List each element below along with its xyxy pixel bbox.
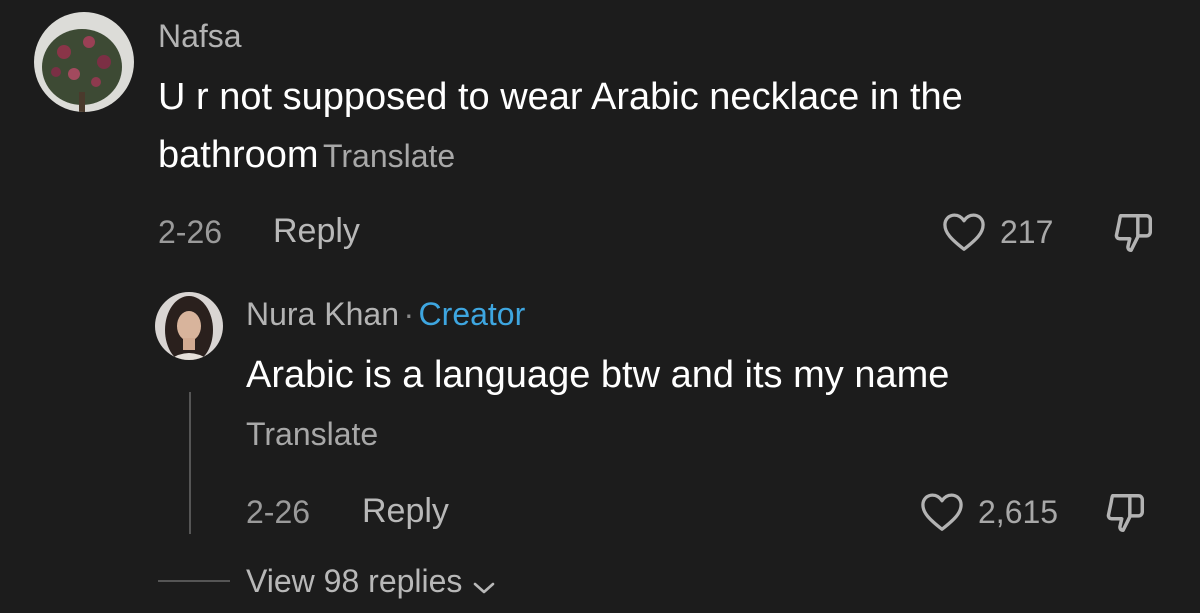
heart-outline-icon[interactable] bbox=[942, 212, 986, 252]
view-replies-label: View 98 replies bbox=[246, 563, 463, 599]
creator-badge: Creator bbox=[418, 296, 526, 332]
creator-username[interactable]: Nura Khan bbox=[246, 296, 399, 332]
replies-divider bbox=[158, 580, 230, 582]
chevron-down-icon bbox=[471, 579, 497, 597]
comment-text-continued: bathroom bbox=[158, 134, 319, 176]
comment-text: U r not supposed to wear Arabic necklace… bbox=[158, 76, 963, 118]
heart-outline-icon[interactable] bbox=[920, 492, 964, 532]
thumbs-down-icon[interactable] bbox=[1111, 210, 1157, 256]
comment-thread: Nafsa U r not supposed to wear Arabic ne… bbox=[0, 0, 1200, 613]
reply-reply-button[interactable]: Reply bbox=[362, 492, 449, 531]
like-count: 217 bbox=[1000, 214, 1054, 250]
thread-line bbox=[189, 392, 191, 534]
creator-avatar[interactable] bbox=[155, 292, 223, 360]
reply-header: Nura Khan · Creator bbox=[246, 296, 525, 333]
reply-date: 2-26 bbox=[246, 494, 311, 530]
translate-link[interactable]: Translate bbox=[323, 138, 455, 174]
reply-like-count: 2,615 bbox=[978, 494, 1059, 530]
comment-date: 2-26 bbox=[158, 214, 223, 250]
commenter-avatar[interactable] bbox=[34, 12, 134, 112]
reply-button[interactable]: Reply bbox=[273, 212, 360, 251]
separator-dot: · bbox=[403, 296, 415, 332]
reply-translate-link[interactable]: Translate bbox=[246, 416, 378, 453]
view-replies-button[interactable]: View 98 replies bbox=[246, 563, 497, 600]
reply-text: Arabic is a language btw and its my name bbox=[246, 354, 950, 396]
comment-text-line2: bathroom Translate bbox=[158, 126, 455, 184]
commenter-username[interactable]: Nafsa bbox=[158, 18, 242, 55]
thumbs-down-icon[interactable] bbox=[1103, 490, 1149, 536]
